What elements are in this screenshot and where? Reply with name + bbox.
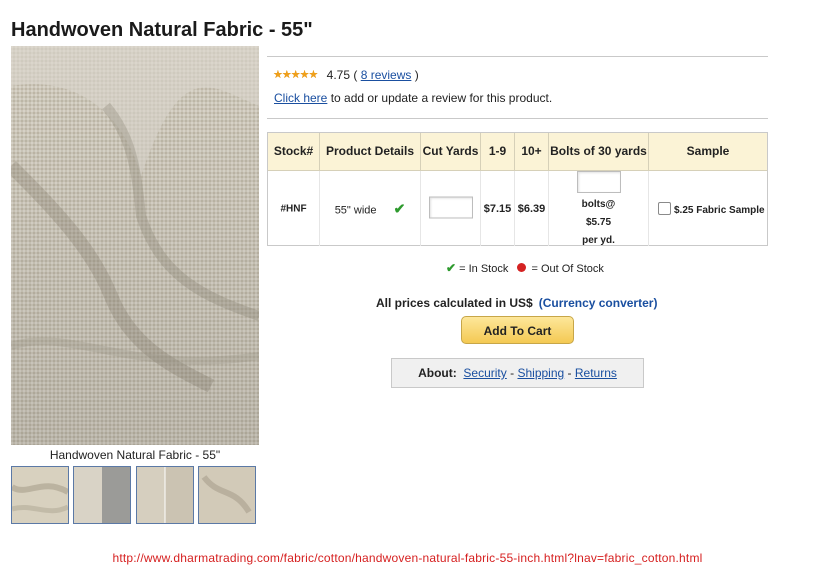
page-url: http://www.dharmatrading.com/fabric/cott… [112, 551, 703, 565]
rating-row: ★★★★★ 4.75 ( 8 reviews ) [273, 68, 419, 82]
cut-yards-input[interactable] [428, 196, 473, 218]
review-prompt: Click here to add or update a review for… [274, 91, 552, 105]
prices-note: All prices calculated in US$ [376, 296, 533, 310]
reviews-link[interactable]: 8 reviews [361, 68, 412, 82]
out-of-stock-dot-icon [517, 263, 527, 272]
reviews-close-paren: ) [414, 68, 419, 82]
sample-label: $.25 Fabric Sample [674, 204, 765, 216]
about-separator-1: - [510, 366, 515, 380]
product-title: Handwoven Natural Fabric - 55" [11, 19, 313, 41]
main-image-caption: Handwoven Natural Fabric - 55" [49, 448, 221, 462]
price-10-plus: $6.39 [517, 202, 546, 215]
rating-score: 4.75 [326, 68, 351, 82]
sample-checkbox[interactable] [658, 201, 671, 215]
currency-note: All prices calculated in US$ (Currency co… [376, 296, 657, 310]
thumbnail-washed[interactable] [136, 466, 194, 524]
header-1-9: 1-9 [481, 133, 515, 170]
cell-bolts: bolts@ $5.75 per yd. [549, 171, 649, 246]
cell-cut-yards [421, 171, 481, 246]
rating-stars-icon: ★★★★★ [273, 69, 318, 81]
divider-top [267, 56, 768, 57]
about-label: About: [418, 366, 457, 380]
returns-link[interactable]: Returns [575, 366, 617, 380]
price-table: Stock# Product Details Cut Yards 1-9 10+… [267, 132, 768, 246]
cell-price-10-plus: $6.39 [515, 171, 549, 246]
add-review-link[interactable]: Click here [274, 91, 327, 105]
stock-legend: ✔ = In Stock = Out Of Stock [446, 261, 604, 275]
price-1-9: $7.15 [483, 202, 512, 215]
cell-price-1-9: $7.15 [481, 171, 515, 246]
cell-stock: #HNF [268, 171, 320, 246]
bolts-line-2: $5.75 [585, 217, 612, 228]
thumbnail-drape[interactable] [11, 466, 69, 524]
about-bar: About: Security - Shipping - Returns [391, 358, 644, 388]
header-10-plus: 10+ [515, 133, 549, 170]
currency-converter-link[interactable]: (Currency converter) [539, 296, 658, 310]
bolts-line-1: bolts@ [581, 199, 616, 210]
cell-sample: $.25 Fabric Sample [649, 171, 767, 246]
details-text: 55" wide [334, 204, 377, 216]
legend-in-stock: = In Stock [459, 263, 509, 275]
thumbnail-swatch[interactable] [73, 466, 131, 524]
legend-out-of-stock: = Out Of Stock [531, 263, 604, 275]
in-stock-check-icon: ✔ [393, 200, 406, 216]
price-table-header: Stock# Product Details Cut Yards 1-9 10+… [268, 133, 767, 171]
header-product-details: Product Details [320, 133, 421, 170]
header-cut-yards: Cut Yards [421, 133, 481, 170]
stock-number: #HNF [280, 203, 307, 214]
bolts-line-3: per yd. [582, 235, 615, 246]
shipping-link[interactable]: Shipping [517, 366, 564, 380]
main-product-image[interactable] [11, 46, 259, 445]
header-sample: Sample [686, 144, 730, 158]
reviews-open-paren: ( [353, 68, 358, 82]
about-separator-2: - [567, 366, 572, 380]
review-prompt-text: to add or update a review for this produ… [330, 91, 553, 105]
header-stock: Stock# [268, 133, 320, 170]
bolts-input[interactable] [576, 171, 621, 193]
legend-check-icon: ✔ [446, 261, 457, 275]
header-bolts: Bolts of 30 yards [549, 133, 649, 170]
add-to-cart-button[interactable]: Add To Cart [461, 316, 574, 344]
security-link[interactable]: Security [463, 366, 506, 380]
cell-details: 55" wide ✔ [320, 171, 421, 246]
divider-middle [267, 118, 768, 119]
thumbnail-folds[interactable] [198, 466, 256, 524]
